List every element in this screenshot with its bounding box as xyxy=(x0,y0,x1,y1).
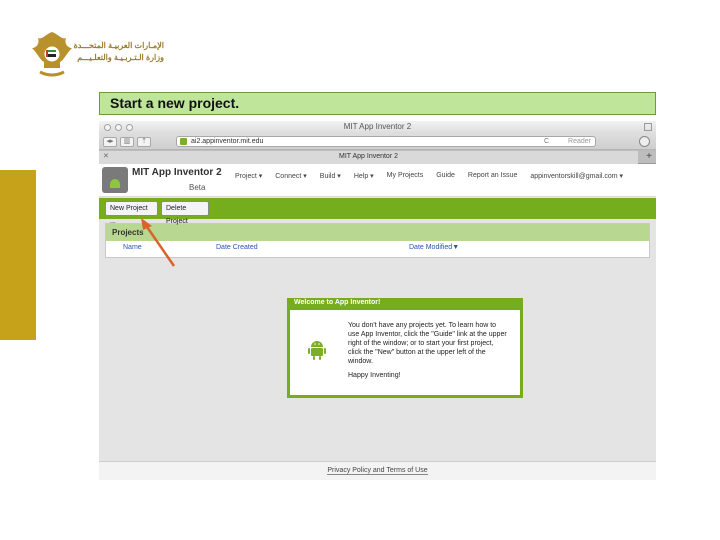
tab-label: MIT App Inventor 2 xyxy=(338,153,398,160)
show-all-tabs-button[interactable]: ▥ xyxy=(120,137,134,147)
fullscreen-icon[interactable] xyxy=(644,123,652,131)
privacy-link[interactable]: Privacy Policy and Terms of Use xyxy=(327,467,428,475)
tab-bar: ✕ MIT App Inventor 2 + xyxy=(99,150,656,164)
window-title: MIT App Inventor 2 xyxy=(343,122,412,131)
window-titlebar: MIT App Inventor 2 xyxy=(99,121,656,134)
ministry-line-2: وزارة الـتـربـيـة والتعلـيـــم xyxy=(77,53,164,62)
menu-build[interactable]: Build ▾ xyxy=(320,172,341,180)
share-button[interactable]: ⇡ xyxy=(137,137,151,147)
app-name: MIT App Inventor 2 xyxy=(132,167,222,178)
menu-connect[interactable]: Connect ▾ xyxy=(275,172,307,180)
projects-column-headers: Name Date Created Date Modified▼ xyxy=(106,241,649,255)
delete-project-button[interactable]: Delete Project xyxy=(161,201,209,225)
slide-title: Start a new project. xyxy=(99,92,656,115)
reader-button[interactable]: Reader xyxy=(568,137,591,146)
back-forward-button[interactable]: ◂▸ xyxy=(103,137,117,147)
account-menu[interactable]: appinventorskill@gmail.com ▾ xyxy=(530,172,623,180)
new-tab-button[interactable]: + xyxy=(646,150,652,163)
ministry-line-1: الإمـارات العربيـة المتحـــدة xyxy=(73,41,164,50)
menu-project[interactable]: Project ▾ xyxy=(235,172,262,180)
beta-badge: Beta xyxy=(189,183,206,192)
favicon-icon xyxy=(180,138,187,145)
projects-panel: Projects Name Date Created Date Modified… xyxy=(105,223,650,258)
ministry-name: الإمـارات العربيـة المتحـــدة وزارة الـت… xyxy=(73,40,164,64)
menu-guide[interactable]: Guide xyxy=(436,172,455,180)
app-inventor-logo[interactable] xyxy=(102,167,128,193)
url-text: ai2.appinventor.mit.edu xyxy=(191,138,264,145)
tab-close-icon[interactable]: ✕ xyxy=(103,151,109,163)
top-menu: Project ▾ Connect ▾ Build ▾ Help ▾ My Pr… xyxy=(235,172,623,180)
dialog-signoff: Happy Inventing! xyxy=(348,372,401,379)
new-project-button[interactable]: New Project ... xyxy=(105,201,158,225)
page-footer: Privacy Policy and Terms of Use xyxy=(99,461,656,480)
address-bar[interactable]: ai2.appinventor.mit.edu C Reader xyxy=(176,136,596,147)
menu-my-projects[interactable]: My Projects xyxy=(387,172,424,180)
dialog-title: Welcome to App Inventor! xyxy=(290,298,520,310)
menu-report-issue[interactable]: Report an Issue xyxy=(468,172,517,180)
column-name[interactable]: Name xyxy=(123,244,142,251)
dialog-body: You don't have any projects yet. To lear… xyxy=(348,321,508,385)
browser-window: MIT App Inventor 2 ◂▸ ▥ ⇡ ai2.appinvento… xyxy=(99,121,656,480)
tab-app-inventor[interactable]: ✕ MIT App Inventor 2 xyxy=(99,151,638,164)
uae-emblem-logo xyxy=(32,32,72,77)
nav-buttons: ◂▸ ▥ ⇡ xyxy=(103,137,151,147)
settings-gear-icon[interactable] xyxy=(639,136,650,147)
welcome-dialog: Welcome to App Inventor! You don't have … xyxy=(287,298,523,398)
app-header: MIT App Inventor 2 Beta Project ▾ Connec… xyxy=(99,164,656,197)
column-date-modified[interactable]: Date Modified▼ xyxy=(409,244,459,251)
project-toolbar: New Project ... Delete Project xyxy=(99,198,656,225)
dialog-message: You don't have any projects yet. To lear… xyxy=(348,322,507,365)
android-icon xyxy=(308,341,326,360)
reload-icon[interactable]: C xyxy=(544,137,549,146)
menu-help[interactable]: Help ▾ xyxy=(354,172,374,180)
column-date-created[interactable]: Date Created xyxy=(216,244,258,251)
decorative-gold-bar xyxy=(0,170,36,340)
browser-toolbar: ◂▸ ▥ ⇡ ai2.appinventor.mit.edu C Reader xyxy=(99,134,656,150)
